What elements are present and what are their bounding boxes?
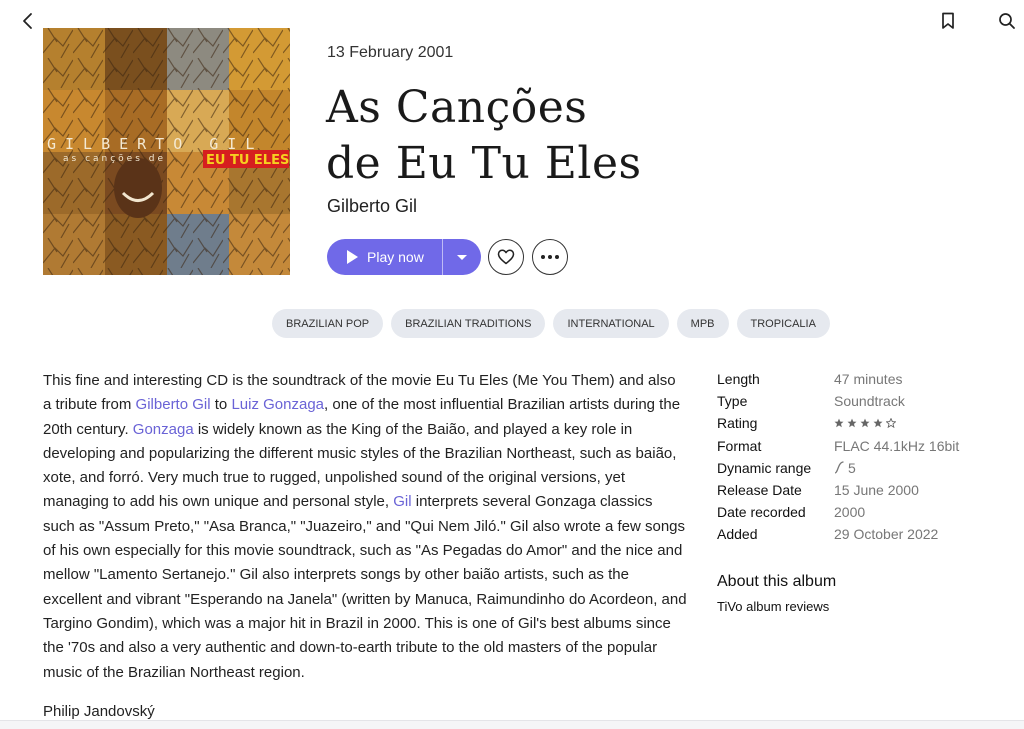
genre-tags: BRAZILIAN POP BRAZILIAN TRADITIONS INTER… — [272, 309, 830, 338]
cover-subtitle-text: as canções de — [63, 154, 166, 164]
detail-row-type: Type Soundtrack — [717, 390, 959, 412]
star-filled-icon — [834, 419, 844, 428]
detail-row-length: Length 47 minutes — [717, 368, 959, 390]
genre-tag[interactable]: BRAZILIAN TRADITIONS — [391, 309, 546, 338]
review-text: interprets several Gonzaga classics such… — [43, 493, 687, 681]
star-filled-icon — [860, 419, 870, 428]
album-review: This fine and interesting CD is the soun… — [43, 369, 688, 685]
detail-value: 5 — [848, 459, 856, 476]
chevron-left-icon — [23, 13, 32, 29]
play-now-button[interactable]: Play now — [327, 239, 442, 275]
star-filled-icon — [873, 419, 883, 428]
review-source: TiVo album reviews — [717, 599, 830, 614]
search-button[interactable] — [993, 7, 1021, 35]
artist-link[interactable]: Luiz Gonzaga — [231, 396, 324, 413]
detail-value: 2000 — [834, 504, 866, 521]
genre-tag[interactable]: BRAZILIAN POP — [272, 309, 384, 338]
artist-name[interactable]: Gilberto Gil — [327, 196, 417, 217]
detail-value: FLAC 44.1kHz 16bit — [834, 437, 960, 454]
caret-down-icon — [457, 254, 467, 260]
detail-row-rating: Rating — [717, 412, 959, 434]
play-options-dropdown[interactable] — [443, 239, 481, 275]
artist-link[interactable]: Gonzaga — [133, 421, 194, 438]
detail-label: Type — [717, 393, 748, 410]
detail-label: Rating — [717, 415, 758, 432]
genre-tag[interactable]: MPB — [676, 309, 729, 338]
favorite-button[interactable] — [488, 239, 524, 275]
more-options-button[interactable] — [532, 239, 568, 275]
bottom-divider — [0, 720, 1024, 729]
detail-row-date-recorded: Date recorded 2000 — [717, 501, 959, 523]
more-horizontal-icon — [541, 255, 559, 259]
detail-label: Added — [717, 526, 758, 543]
detail-row-release-date: Release Date 15 June 2000 — [717, 479, 959, 501]
dynamic-range-icon — [834, 461, 844, 474]
genre-tag[interactable]: INTERNATIONAL — [553, 309, 669, 338]
star-filled-icon — [847, 419, 857, 428]
play-now-label: Play now — [367, 249, 424, 265]
album-title: As Canções de Eu Tu Eles — [326, 80, 846, 192]
play-icon — [347, 250, 358, 264]
detail-label: Date recorded — [717, 504, 806, 521]
album-title-line2: de Eu Tu Eles — [326, 138, 642, 189]
cover-badge-text: EU TU ELES — [206, 153, 289, 168]
detail-value: Soundtrack — [834, 393, 905, 410]
star-empty-icon — [886, 418, 896, 429]
detail-label: Dynamic range — [717, 459, 812, 476]
genre-tag[interactable]: TROPICALIA — [736, 309, 830, 338]
detail-label: Length — [717, 371, 760, 388]
search-icon — [999, 13, 1015, 29]
album-cover[interactable]: GILBERTO GIL as canções de EU TU ELES — [43, 28, 290, 275]
album-details: Length 47 minutes Type Soundtrack Rating… — [717, 368, 959, 546]
about-album-heading: About this album — [717, 573, 837, 590]
detail-row-added: Added 29 October 2022 — [717, 523, 959, 545]
dynamic-range-value: 5 — [834, 460, 856, 476]
bookmark-button[interactable] — [934, 7, 962, 35]
release-date: 13 February 2001 — [327, 44, 454, 61]
detail-row-format: Format FLAC 44.1kHz 16bit — [717, 435, 959, 457]
bookmark-icon — [942, 12, 954, 29]
review-text: to — [210, 396, 232, 414]
rating-stars — [834, 418, 896, 429]
back-button[interactable] — [14, 7, 42, 35]
artist-link[interactable]: Gil — [393, 493, 411, 510]
detail-row-dynamic-range: Dynamic range 5 — [717, 457, 959, 479]
album-title-line1: As Canções — [326, 82, 588, 133]
play-button-group: Play now — [327, 239, 481, 275]
detail-value: 47 minutes — [834, 371, 903, 388]
review-author: Philip Jandovský — [43, 703, 155, 720]
artist-link[interactable]: Gilberto Gil — [136, 396, 211, 413]
detail-label: Format — [717, 437, 762, 454]
detail-value: 29 October 2022 — [834, 526, 939, 543]
detail-value: 15 June 2000 — [834, 482, 919, 499]
heart-icon — [497, 249, 515, 265]
detail-label: Release Date — [717, 482, 802, 499]
